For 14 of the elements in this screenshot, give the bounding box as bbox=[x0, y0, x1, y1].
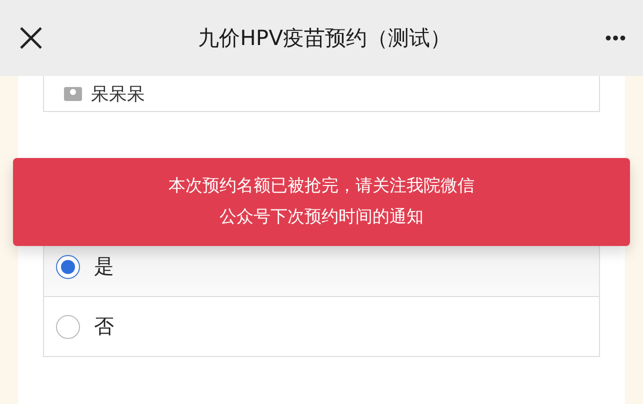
close-icon bbox=[18, 25, 44, 51]
page-title: 九价HPV疫苗预约（测试） bbox=[198, 25, 451, 52]
radio-button[interactable] bbox=[56, 314, 80, 338]
option-label: 是 bbox=[94, 253, 114, 280]
alert-text: 本次预约名额已被抢完，请关注我院微信 bbox=[168, 175, 474, 198]
radio-button[interactable] bbox=[56, 254, 80, 278]
close-button[interactable] bbox=[18, 25, 44, 51]
name-value: 呆呆呆 bbox=[91, 82, 145, 106]
alert-text: 公众号下次预约时间的通知 bbox=[220, 206, 424, 229]
more-button[interactable]: ••• bbox=[605, 28, 627, 48]
name-field[interactable]: 呆呆呆 bbox=[43, 76, 600, 112]
contact-icon bbox=[64, 86, 82, 100]
option-label: 否 bbox=[94, 313, 114, 340]
radio-option[interactable]: 否 bbox=[44, 297, 599, 356]
